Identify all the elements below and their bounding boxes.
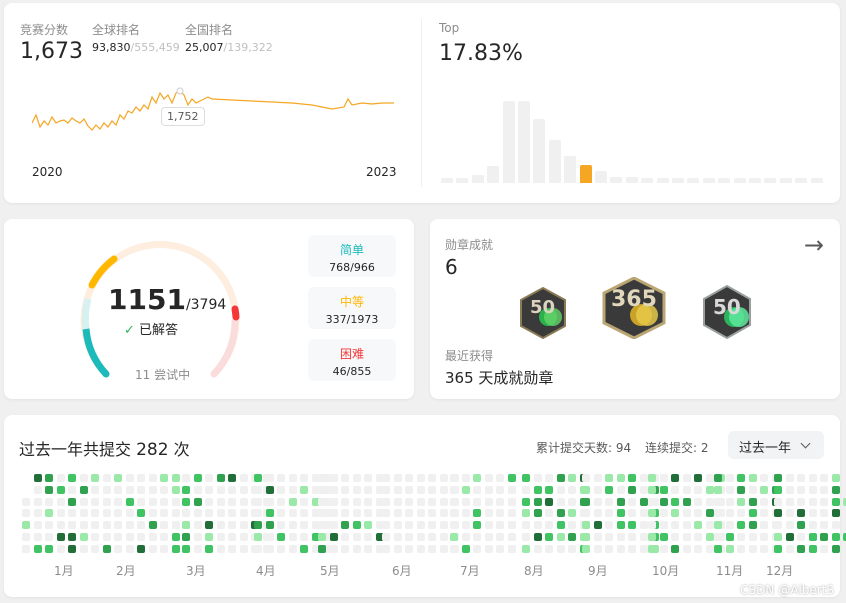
distribution-bar [749, 178, 761, 183]
check-icon: ✓ [124, 323, 135, 338]
attempting-label: 11 尝试中 [135, 368, 191, 382]
month-label: 1月 [54, 564, 74, 578]
distribution-bar [471, 175, 484, 183]
easy-value: 768/966 [329, 261, 375, 274]
solved-card: 1151/3794 ✓ 已解答 11 尝试中 简单 768/966 中等 337… [4, 219, 414, 399]
rating-highlight-point [176, 87, 184, 95]
badge-text: 50 [530, 297, 556, 318]
distribution-bar [610, 176, 623, 183]
month-label: 3月 [186, 564, 206, 578]
easy-stat[interactable]: 简单 768/966 [308, 235, 396, 277]
rating-line [32, 90, 394, 131]
x-axis-end: 2023 [366, 165, 397, 179]
badge-text: 50 [713, 295, 741, 319]
watermark: CSDN @AlbertS [740, 583, 834, 597]
arrow-right-icon[interactable]: → [804, 231, 824, 259]
distribution-bar [764, 178, 777, 183]
rating-card: 竞赛分数 1,673 全球排名 93,830/555,459 全国排名 25,0… [4, 3, 840, 203]
global-rank-label: 全球排名 [92, 23, 141, 37]
distribution-bar [702, 178, 715, 183]
national-rank-value: 25,007/139,322 [185, 41, 273, 54]
solved-label: ✓ 已解答 [124, 323, 179, 338]
distribution-bar [548, 140, 561, 183]
distribution-bar [672, 178, 684, 183]
medium-label: 中等 [339, 295, 364, 309]
rating-line-chart[interactable] [32, 85, 394, 145]
contest-score-label: 竞赛分数 [20, 23, 69, 37]
top-label: Top [439, 21, 460, 35]
submissions-card: 过去一年共提交 282 次 累计提交天数: 94 连续提交: 2 过去一年 1月… [4, 415, 846, 597]
x-axis-start: 2020 [32, 165, 63, 179]
month-label: 11月 [716, 564, 744, 578]
top-value: 17.83% [439, 41, 523, 66]
recent-label: 最近获得 [445, 349, 494, 363]
distribution-bar [564, 155, 577, 183]
distribution-bar [641, 178, 654, 183]
distribution-bar [579, 164, 592, 183]
badge-text: 365 [611, 287, 657, 312]
card-divider [421, 19, 422, 187]
month-label: 8月 [524, 564, 544, 578]
distribution-bar [487, 166, 500, 183]
rating-tooltip: 1,752 [161, 107, 205, 126]
month-labels: 1月 2月 3月 4月 5月 6月 7月 8月 9月 10月 11月 12月 [4, 415, 840, 597]
badges-count: 6 [445, 255, 458, 279]
distribution-chart [441, 95, 823, 183]
distribution-bar [718, 178, 731, 183]
hard-value: 46/855 [332, 365, 372, 378]
distribution-bar [733, 178, 746, 183]
distribution-bar [456, 178, 469, 183]
contest-score-value: 1,673 [20, 39, 83, 64]
hard-label: 困难 [339, 347, 364, 361]
distribution-bar [533, 119, 546, 183]
badges-card: 勋章成就 6 → 50 365 50 最近获得 365 天成就勋章 [430, 219, 840, 399]
distribution-bar [656, 178, 669, 183]
month-label: 2月 [116, 564, 136, 578]
distribution-bar [502, 101, 515, 183]
distribution-bar [595, 170, 607, 183]
medium-stat[interactable]: 中等 337/1973 [308, 287, 396, 329]
distribution-bar [518, 101, 530, 183]
hard-stat[interactable]: 困难 46/855 [308, 339, 396, 381]
month-label: 5月 [320, 564, 340, 578]
global-rank-value: 93,830/555,459 [92, 41, 180, 54]
month-label: 12月 [766, 564, 794, 578]
distribution-bar [810, 178, 823, 183]
month-label: 10月 [652, 564, 680, 578]
distribution-bar [687, 178, 700, 183]
solved-count: 1151/3794 [108, 283, 227, 316]
recent-badge-name: 365 天成就勋章 [445, 369, 554, 387]
badges-label: 勋章成就 [445, 238, 494, 252]
distribution-bar [779, 178, 792, 183]
month-label: 4月 [256, 564, 276, 578]
badge-365-days[interactable]: 365 [601, 276, 667, 340]
distribution-bar [441, 178, 453, 183]
month-label: 7月 [460, 564, 480, 578]
month-label: 6月 [392, 564, 412, 578]
distribution-bar [795, 178, 808, 183]
medium-value: 337/1973 [325, 313, 379, 326]
month-label: 9月 [588, 564, 608, 578]
badge-50-days-new[interactable]: 50 [702, 284, 752, 340]
national-rank-label: 全国排名 [185, 23, 234, 37]
easy-label: 简单 [339, 243, 364, 257]
badge-50-days[interactable]: 50 [520, 286, 566, 340]
distribution-bar [625, 176, 638, 183]
